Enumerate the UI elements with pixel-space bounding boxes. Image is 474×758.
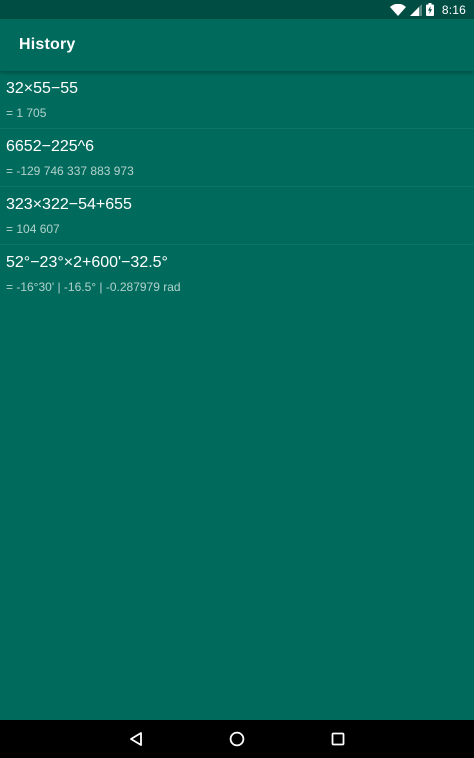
signal-icon <box>409 0 422 19</box>
history-expression: 52°−23°×2+600'−32.5° <box>6 254 168 271</box>
back-icon <box>128 731 144 747</box>
back-button[interactable] <box>111 720 161 758</box>
navigation-bar <box>0 720 474 758</box>
history-expression: 323×322−54+655 <box>6 196 132 213</box>
history-result: = 1 705 <box>6 106 47 120</box>
history-result: = -16°30' | -16.5° | -0.287979 rad <box>6 280 181 294</box>
status-time: 8:16 <box>441 2 466 17</box>
status-bar: 8:16 <box>0 0 474 19</box>
page-title: History <box>19 36 76 53</box>
history-list[interactable]: 32×55−55 = 1 705 6652−225^6 = -129 746 3… <box>0 71 474 720</box>
home-button[interactable] <box>212 720 262 758</box>
history-item[interactable]: 32×55−55 = 1 705 <box>0 71 474 129</box>
history-expression: 32×55−55 <box>6 80 79 97</box>
history-item[interactable]: 6652−225^6 = -129 746 337 883 973 <box>0 129 474 187</box>
history-item[interactable]: 52°−23°×2+600'−32.5° = -16°30' | -16.5° … <box>0 245 474 303</box>
battery-charging-icon <box>425 0 434 19</box>
app-window: 8:16 History 32×55−55 = 1 705 6652−225^6… <box>0 0 474 758</box>
history-result: = -129 746 337 883 973 <box>6 164 134 178</box>
history-expression: 6652−225^6 <box>6 138 95 155</box>
recents-icon <box>331 732 345 746</box>
home-icon <box>229 731 245 747</box>
app-bar: History <box>0 19 474 71</box>
history-item[interactable]: 323×322−54+655 = 104 607 <box>0 187 474 245</box>
recents-button[interactable] <box>313 720 363 758</box>
history-result: = 104 607 <box>6 222 60 236</box>
wifi-icon <box>389 0 406 19</box>
